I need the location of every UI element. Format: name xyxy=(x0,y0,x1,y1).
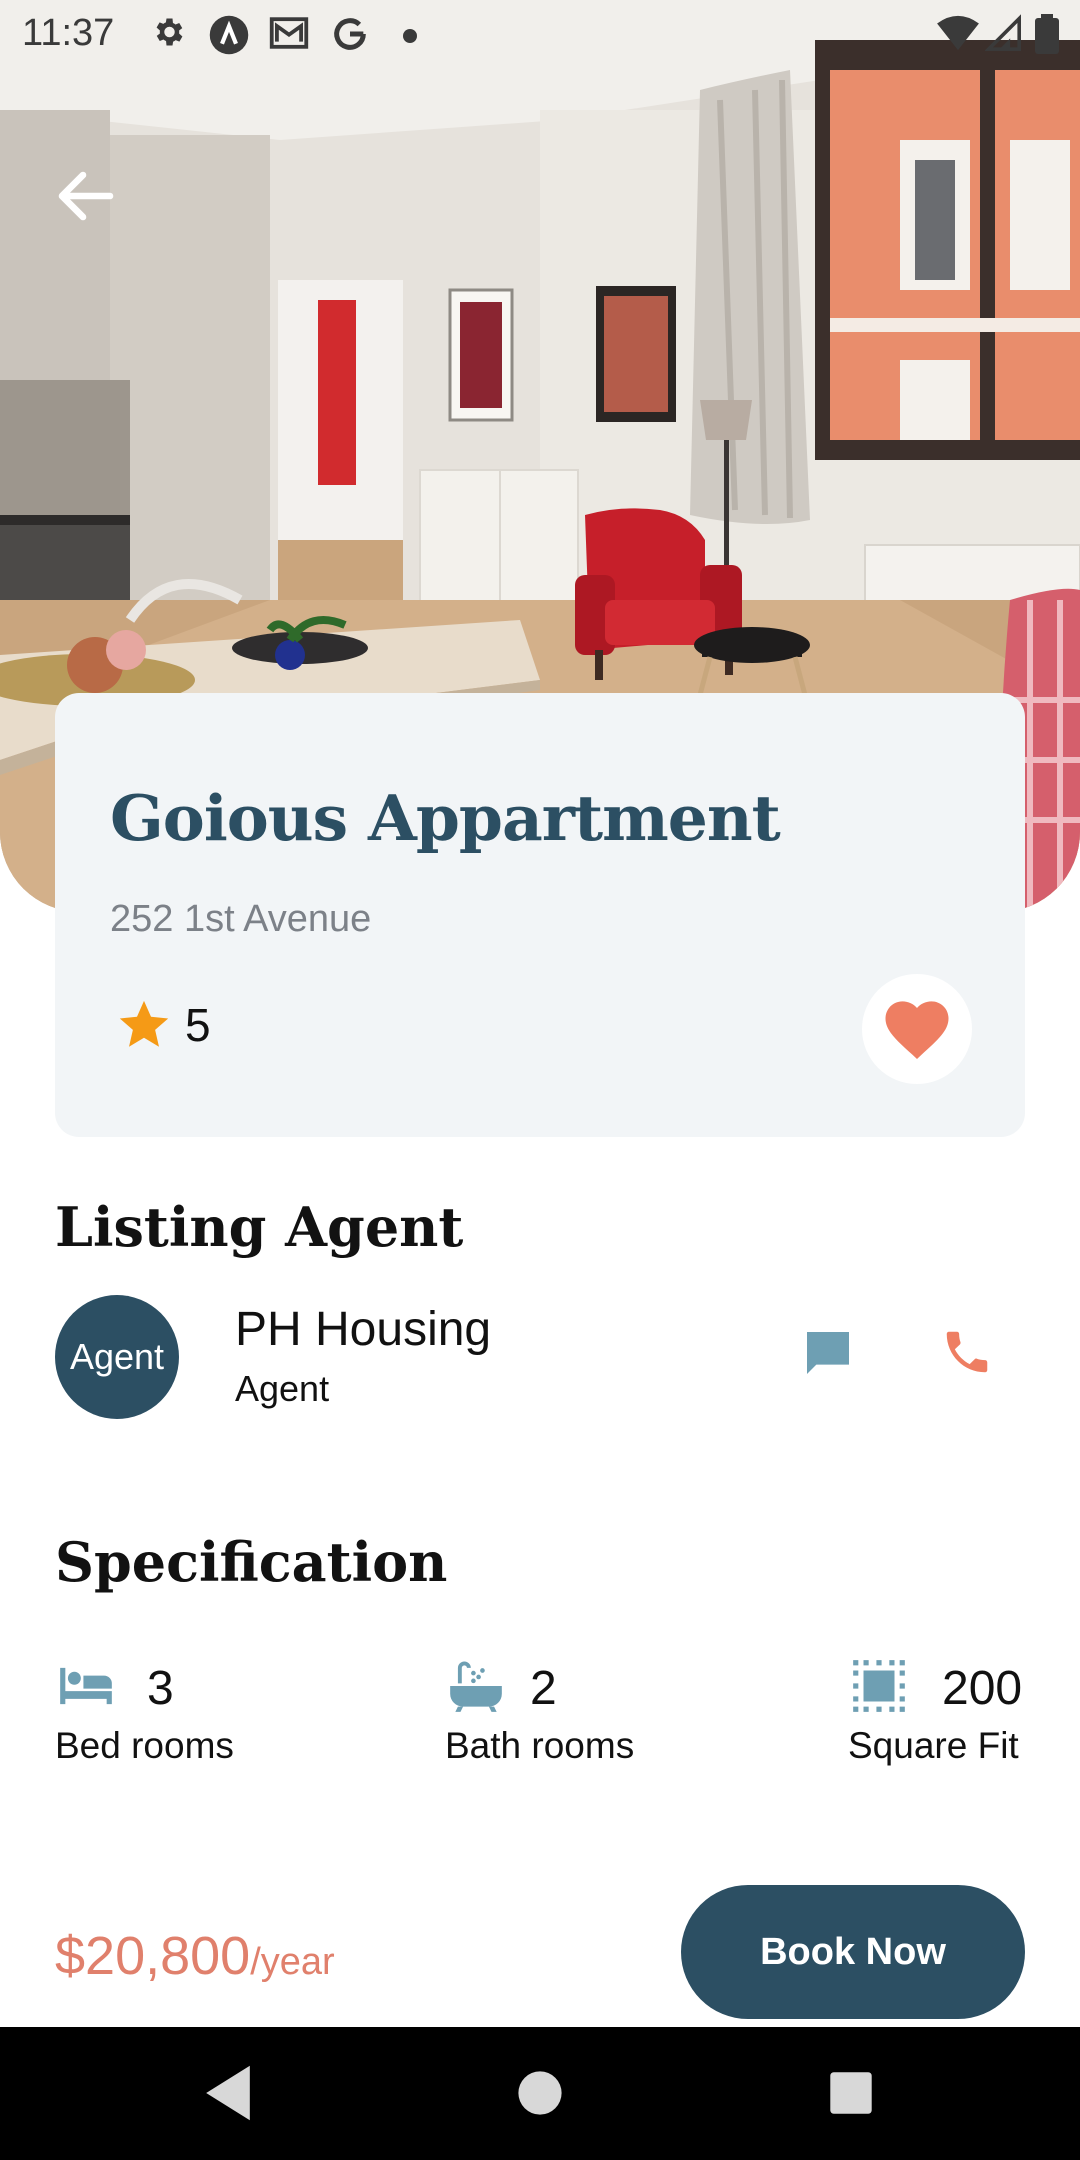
spec-value: 200 xyxy=(942,1662,1023,1715)
price-amount: $20,800 xyxy=(55,1926,251,1986)
rating: 5 xyxy=(115,993,211,1057)
back-button[interactable] xyxy=(50,160,122,232)
listing-agent-heading: Listing Agent xyxy=(55,1195,464,1259)
call-button[interactable] xyxy=(940,1325,1004,1389)
spec-label: Square Fit xyxy=(848,1725,1019,1766)
square-area-icon xyxy=(853,1660,905,1712)
wifi-icon xyxy=(937,15,979,51)
heart-icon xyxy=(885,1001,949,1059)
system-nav-bar xyxy=(0,2027,1080,2160)
spec-value: 2 xyxy=(530,1662,557,1715)
nav-recents-icon[interactable] xyxy=(828,2063,874,2123)
price: $20,800/year xyxy=(55,1925,335,1987)
spec-bathrooms: 2 Bath rooms xyxy=(445,1655,745,1785)
specification-heading: Specification xyxy=(55,1530,448,1594)
rating-value: 5 xyxy=(185,999,211,1051)
book-now-button[interactable]: Book Now xyxy=(681,1885,1025,2019)
dot-icon xyxy=(403,29,417,43)
gear-icon xyxy=(156,18,183,46)
signal-icon xyxy=(985,14,1021,51)
mail-icon xyxy=(269,17,309,49)
favorite-button[interactable] xyxy=(862,974,972,1084)
message-button[interactable] xyxy=(800,1325,864,1389)
spec-value: 3 xyxy=(147,1662,174,1715)
listing-address: 252 1st Avenue xyxy=(110,898,372,940)
listing-title: Goious Appartment xyxy=(110,781,781,855)
bed-icon xyxy=(60,1667,112,1705)
google-icon xyxy=(334,18,366,50)
spec-bedrooms: 3 Bed rooms xyxy=(55,1655,355,1785)
agent-role: Agent xyxy=(235,1368,330,1409)
battery-icon xyxy=(1035,14,1059,54)
spec-label: Bed rooms xyxy=(55,1725,234,1766)
bathtub-icon xyxy=(450,1661,502,1712)
agent-name: PH Housing xyxy=(235,1303,492,1356)
price-unit: /year xyxy=(250,1941,335,1983)
star-icon xyxy=(119,1000,169,1047)
nav-back-icon[interactable] xyxy=(200,2063,256,2123)
phone-icon xyxy=(946,1331,988,1373)
spec-square-fit: 200 Square Fit xyxy=(848,1655,1028,1785)
app-a-icon xyxy=(209,15,249,55)
status-time: 11:37 xyxy=(22,12,115,54)
nav-home-icon[interactable] xyxy=(516,2063,564,2123)
listing-card: Goious Appartment 252 1st Avenue 5 xyxy=(55,693,1025,1137)
spec-label: Bath rooms xyxy=(445,1725,635,1766)
chat-icon xyxy=(807,1332,849,1374)
avatar[interactable]: Agent xyxy=(55,1295,179,1419)
status-bar: 11:37 xyxy=(0,0,1080,66)
arrow-back-icon xyxy=(58,171,114,221)
